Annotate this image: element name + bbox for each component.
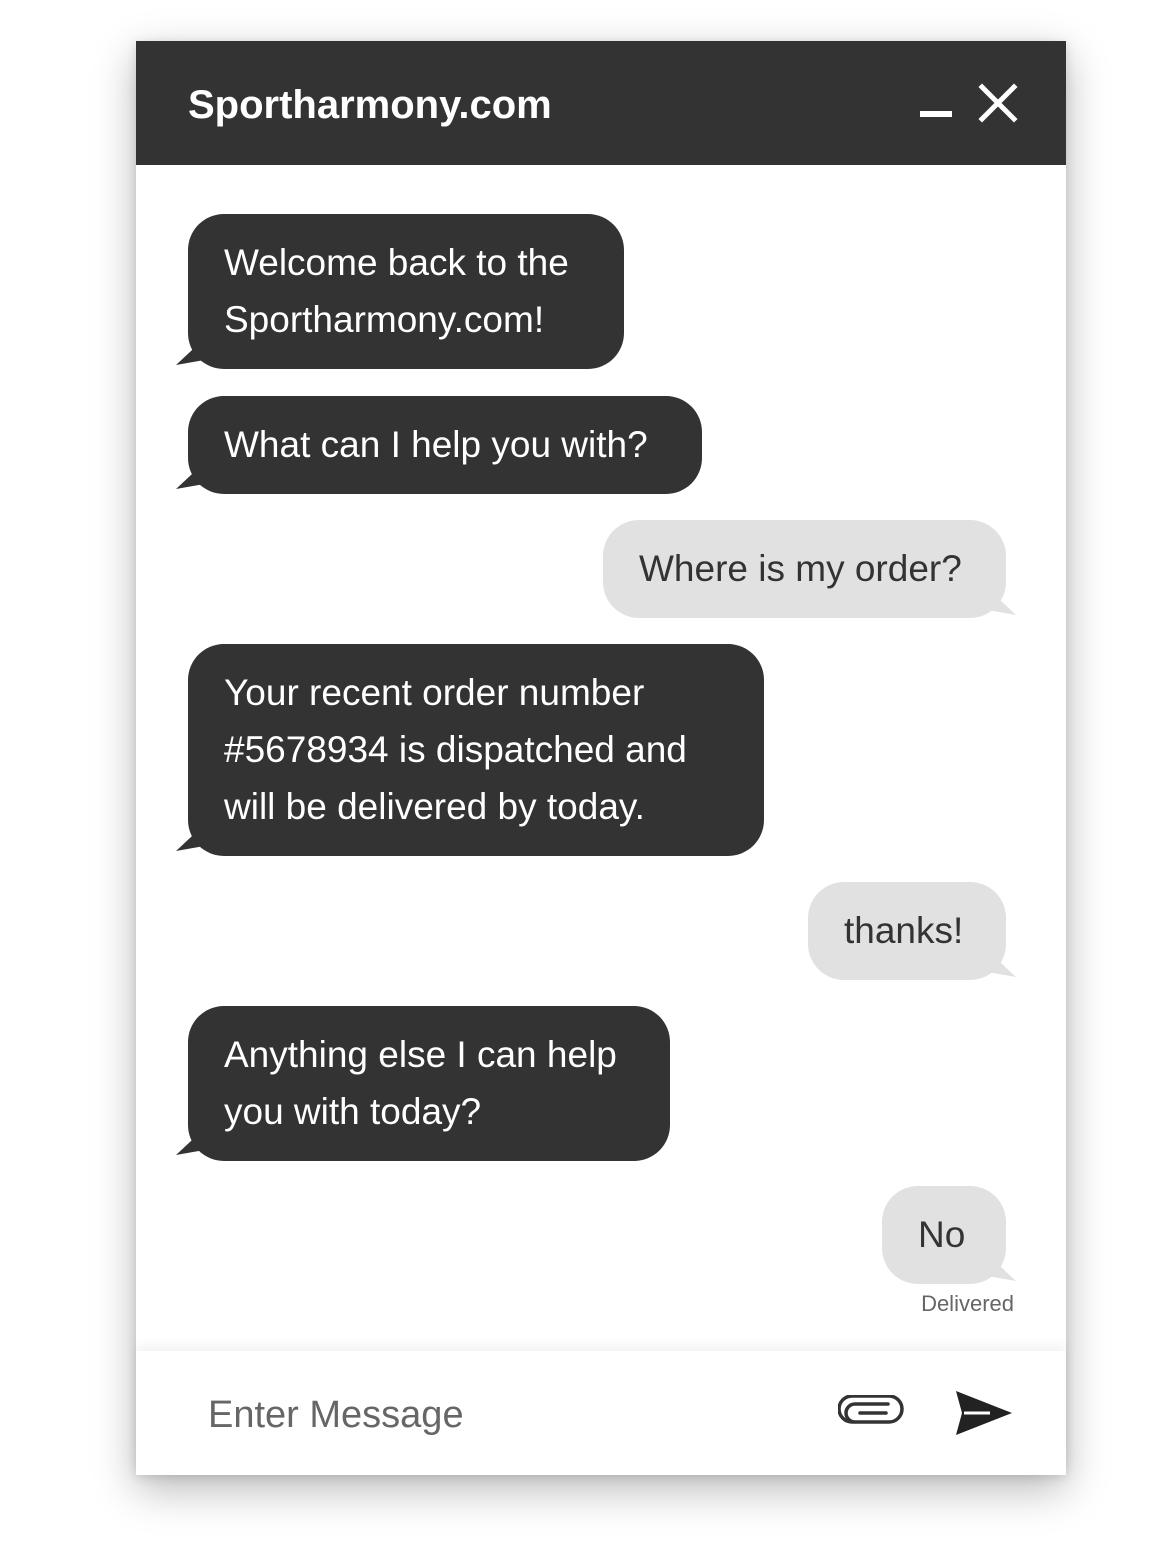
chat-window: Sportharmony.com Welcome back to the Spo… [136, 41, 1066, 1475]
bot-message: Welcome back to the Sportharmony.com! [188, 214, 624, 369]
bot-message: Anything else I can help you with today? [188, 1006, 670, 1161]
user-message: thanks! [808, 882, 1006, 980]
close-icon[interactable] [978, 83, 1018, 123]
user-message: No [882, 1186, 1006, 1284]
chat-title: Sportharmony.com [188, 83, 552, 127]
composer-bar [136, 1351, 1066, 1475]
bot-message: Your recent order number #5678934 is dis… [188, 644, 764, 856]
bot-message: What can I help you with? [188, 396, 702, 494]
send-icon[interactable] [954, 1389, 1014, 1437]
message-list: Welcome back to the Sportharmony.com! Wh… [136, 165, 1066, 1351]
minimize-icon[interactable] [920, 111, 952, 117]
delivered-status: Delivered [921, 1291, 1014, 1316]
paperclip-icon[interactable] [838, 1395, 904, 1431]
message-input[interactable] [206, 1387, 810, 1443]
chat-header: Sportharmony.com [136, 41, 1066, 165]
user-message: Where is my order? [603, 520, 1006, 618]
